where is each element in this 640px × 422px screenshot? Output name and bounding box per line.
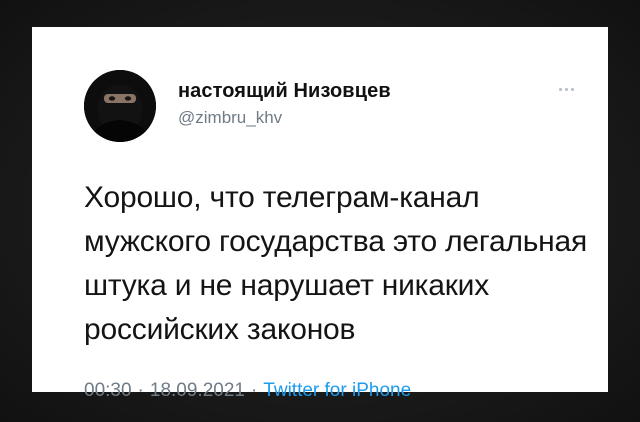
tweet-text-line: Хорошо, что телеграм-канал	[84, 181, 480, 214]
more-dots-icon[interactable]	[554, 83, 578, 95]
avatar[interactable]	[84, 70, 156, 142]
dot	[564, 87, 568, 91]
tweet-text-line: российских законов	[84, 313, 356, 346]
tweet-source-link[interactable]: Twitter for iPhone	[263, 380, 411, 401]
tweet-card: настоящий Низовцев @zimbru_khv Хорошо, ч…	[32, 27, 608, 401]
tweet-text: Хорошо, что телеграм-канал мужского госу…	[84, 176, 588, 352]
user-handle[interactable]: @zimbru_khv	[178, 108, 391, 128]
tweet-meta: 00:30 · 18.09.2021 · Twitter for iPhone	[84, 379, 411, 403]
meta-separator: ·	[250, 380, 258, 401]
tweet-time[interactable]: 00:30	[84, 380, 132, 401]
tweet-author: настоящий Низовцев @zimbru_khv	[178, 79, 391, 128]
tweet-text-line: штука и не нарушает никаких	[84, 269, 490, 302]
masked-person-icon	[84, 70, 156, 142]
meta-separator: ·	[137, 380, 144, 401]
display-name[interactable]: настоящий Низовцев	[178, 79, 391, 103]
tweet-date[interactable]: 18.09.2021	[150, 380, 245, 401]
dot	[558, 87, 562, 91]
dot	[570, 87, 574, 91]
tweet-text-line: мужского государства это легальная	[84, 225, 588, 258]
